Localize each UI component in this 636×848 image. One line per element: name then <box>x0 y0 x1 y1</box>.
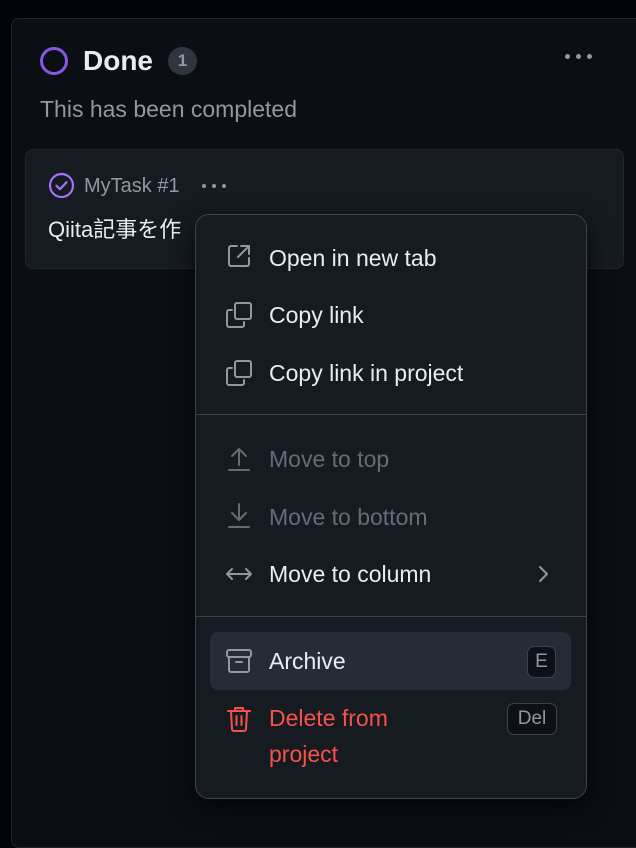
menu-item-move-to-top <box>210 431 571 487</box>
kebab-dot-icon <box>564 53 570 59</box>
menu-divider <box>196 414 586 415</box>
menu-item-label: Open in new tab <box>269 245 437 271</box>
column-description: This has been completed <box>40 96 297 122</box>
arrow-up-to-line-icon <box>228 448 250 471</box>
project-board: Done 1 This has been completed MyTask #1… <box>0 0 636 848</box>
chevron-right-icon <box>539 566 548 582</box>
arrow-down-to-line-icon <box>228 503 250 528</box>
column-title: Done <box>83 45 153 76</box>
card-title[interactable]: Qiita記事を作 <box>48 214 181 246</box>
card-reference[interactable]: MyTask #1 <box>84 173 180 199</box>
menu-divider <box>196 616 586 617</box>
archive-icon <box>226 649 252 673</box>
menu-item-label-line1: Delete from <box>269 705 388 731</box>
menu-item-copy-link[interactable] <box>210 287 571 343</box>
kebab-dot-icon <box>575 53 581 59</box>
kebab-dot-icon <box>222 184 226 188</box>
external-link-icon <box>228 245 250 267</box>
menu-item-label: Archive <box>269 648 346 674</box>
menu-item-archive[interactable] <box>210 632 571 690</box>
menu-item-label-line2: project <box>269 741 339 767</box>
copy-icon <box>226 302 252 328</box>
column-item-count: 1 <box>168 47 197 75</box>
archive-shortcut-key: E <box>527 646 556 678</box>
card-more-options-button[interactable] <box>202 176 234 196</box>
menu-item-label: Move to bottom <box>269 504 428 530</box>
menu-item-label: Move to top <box>269 446 390 472</box>
menu-item-label: Copy link <box>269 302 364 328</box>
menu-item-label: Move to column <box>269 561 432 587</box>
kebab-dot-icon <box>202 184 206 188</box>
kebab-dot-icon <box>586 53 592 59</box>
column-more-options-button[interactable] <box>558 44 598 68</box>
check-circle-icon <box>48 172 75 199</box>
done-status-circle-icon <box>40 47 68 75</box>
menu-item-label: Copy link in project <box>269 360 464 386</box>
delete-shortcut-key: Del <box>507 703 557 735</box>
kebab-dot-icon <box>212 184 216 188</box>
arrow-both-icon <box>226 568 252 580</box>
copy-icon <box>226 360 252 386</box>
trash-icon <box>227 707 251 732</box>
